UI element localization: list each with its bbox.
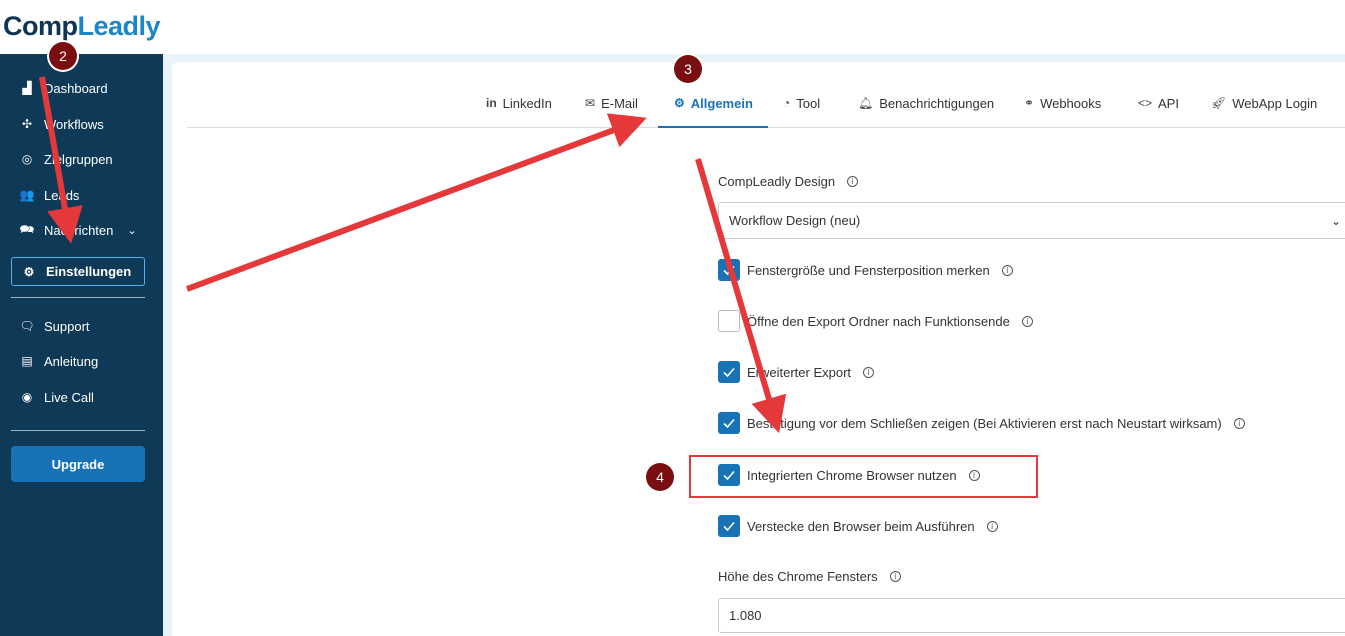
linkedin-icon: in <box>486 96 497 110</box>
checkbox-row[interactable]: Öffne den Export Ordner nach Funktionsen… <box>718 310 1033 332</box>
checkbox-row[interactable]: Verstecke den Browser beim Ausführen i <box>718 515 998 537</box>
settings-card <box>172 62 1345 636</box>
code-icon: <> <box>1138 96 1153 110</box>
annotation-marker-2: 2 <box>49 42 77 70</box>
sidebar-item-dashboard[interactable]: ▟ Dashboard <box>18 76 108 100</box>
messages-icon: 🗪 <box>19 221 35 236</box>
design-select[interactable]: Workflow Design (neu) ⌄ <box>718 202 1345 239</box>
sidebar-item-einstellungen[interactable]: ⚙ Einstellungen <box>11 257 145 286</box>
tab-label: Webhooks <box>1040 95 1102 111</box>
info-icon[interactable]: i <box>847 176 859 187</box>
height-label: Höhe des Chrome Fensters i <box>718 569 901 584</box>
sidebar-item-label: Nachrichten <box>44 222 114 238</box>
book-icon: ▤ <box>21 354 33 368</box>
checkbox-unchecked[interactable] <box>718 310 740 332</box>
sidebar-item-live-call[interactable]: ◉ Live Call <box>18 385 94 409</box>
top-bar: CompLeadly <box>0 0 1345 54</box>
tab-label: LinkedIn <box>502 95 552 111</box>
tab-label: WebApp Login <box>1232 95 1318 111</box>
workflow-icon: ✣ <box>21 117 33 131</box>
sidebar-item-label: Live Call <box>44 389 94 405</box>
bell-icon: 🔔︎ <box>858 96 874 110</box>
chrome-height-input[interactable]: 1.080 <box>718 598 1345 633</box>
sidebar-item-label: Anleitung <box>44 353 99 369</box>
design-select-value: Workflow Design (neu) <box>729 213 861 228</box>
info-icon[interactable]: i <box>986 520 998 532</box>
webcam-icon: ◉ <box>21 390 33 404</box>
users-icon: 👥 <box>19 188 35 202</box>
logo-text-leadly: Leadly <box>77 11 161 41</box>
tab-linkedin[interactable]: in LinkedIn <box>486 78 552 128</box>
checkbox-checked[interactable] <box>718 515 740 537</box>
sidebar-item-zielgruppen[interactable]: ◎ Zielgruppen <box>18 147 113 171</box>
chrome-height-value: 1.080 <box>729 608 762 623</box>
tab-label: API <box>1158 95 1179 111</box>
chevron-down-icon[interactable]: ⌄ <box>127 224 136 237</box>
logo-text-comp: Comp <box>3 11 78 41</box>
rocket-icon: 🚀︎ <box>1211 96 1227 110</box>
tab-api[interactable]: <> API <box>1138 78 1179 128</box>
design-label-text: CompLeadly Design <box>718 174 836 189</box>
annotation-highlight-box <box>689 455 1038 498</box>
sidebar-item-support[interactable]: 🗨 Support <box>18 314 90 338</box>
info-icon[interactable]: i <box>1233 417 1245 429</box>
design-label: CompLeadly Design i <box>718 174 859 189</box>
checkbox-row[interactable]: Erweiterter Export i <box>718 361 875 383</box>
checkbox-row[interactable]: Fenstergröße und Fensterposition merken … <box>718 259 1013 281</box>
tab-label: E-Mail <box>601 95 638 111</box>
tab-label: Tool <box>796 95 821 111</box>
sidebar-item-leads[interactable]: 👥 Leads <box>18 183 80 207</box>
active-tab-indicator <box>658 126 768 128</box>
support-icon: 🗨 <box>19 319 35 333</box>
sidebar-item-label: Workflows <box>44 116 104 132</box>
checkbox-label: Verstecke den Browser beim Ausführen <box>747 518 975 534</box>
webhook-icon: ⚭ <box>1024 96 1035 110</box>
upgrade-button[interactable]: Upgrade <box>11 446 145 482</box>
sidebar-item-label: Dashboard <box>44 80 108 96</box>
tab-allgemein[interactable]: ⚙ Allgemein <box>674 78 753 128</box>
sidebar-item-anleitung[interactable]: ▤ Anleitung <box>18 349 98 373</box>
checkbox-checked[interactable] <box>718 412 740 434</box>
tab-benachrichtigungen[interactable]: 🔔︎ Benachrichtigungen <box>858 78 994 128</box>
tab-email[interactable]: ✉ E-Mail <box>585 78 638 128</box>
checkbox-checked[interactable] <box>718 259 740 281</box>
height-label-text: Höhe des Chrome Fensters <box>718 569 878 584</box>
info-icon[interactable]: i <box>1021 315 1033 327</box>
annotation-marker-3: 3 <box>674 55 702 83</box>
sidebar-item-label: Leads <box>44 187 80 203</box>
info-icon[interactable]: i <box>1001 264 1013 276</box>
chevron-down-icon: ⌄ <box>1330 213 1341 228</box>
app-logo[interactable]: CompLeadly <box>3 11 161 42</box>
checkbox-label: Bestätigung vor dem Schließen zeigen (Be… <box>747 415 1222 431</box>
annotation-marker-4: 4 <box>646 463 674 491</box>
gear-icon: ⚙ <box>23 264 35 279</box>
sidebar-item-label: Support <box>44 318 90 334</box>
info-icon[interactable]: i <box>863 366 875 378</box>
tab-webapp-login[interactable]: 🚀︎ WebApp Login <box>1211 78 1317 128</box>
checkbox-label: Fenstergröße und Fensterposition merken <box>747 262 990 278</box>
chart-icon: ▟ <box>22 81 32 95</box>
checkbox-checked[interactable] <box>718 361 740 383</box>
tab-webhooks[interactable]: ⚭ Webhooks <box>1024 78 1101 128</box>
tab-label: Benachrichtigungen <box>879 95 995 111</box>
sidebar-divider <box>11 297 145 298</box>
tab-tool[interactable]: ◔ Tool <box>783 78 820 128</box>
info-icon[interactable]: i <box>889 571 901 582</box>
checkbox-row[interactable]: Bestätigung vor dem Schließen zeigen (Be… <box>718 412 1245 434</box>
sidebar: ▟ Dashboard ✣ Workflows ◎ Zielgruppen 👥 … <box>0 54 163 636</box>
sidebar-item-label: Einstellungen <box>46 264 132 279</box>
mail-icon: ✉ <box>585 96 596 110</box>
target-icon: ◎ <box>21 152 33 166</box>
sidebar-item-label: Zielgruppen <box>44 151 113 167</box>
tab-label: Allgemein <box>690 95 753 111</box>
sidebar-item-workflows[interactable]: ✣ Workflows <box>18 112 104 136</box>
sidebar-item-nachrichten[interactable]: 🗪 Nachrichten ⌄ <box>18 218 137 242</box>
gauge-icon: ◔ <box>783 96 791 110</box>
checkbox-label: Öffne den Export Ordner nach Funktionsen… <box>747 313 1010 329</box>
settings-tabs: in LinkedIn ✉ E-Mail ⚙ Allgemein ◔ Tool … <box>187 78 1345 128</box>
gear-icon: ⚙ <box>674 96 685 110</box>
checkbox-label: Erweiterter Export <box>747 364 852 380</box>
sidebar-divider <box>11 430 145 431</box>
